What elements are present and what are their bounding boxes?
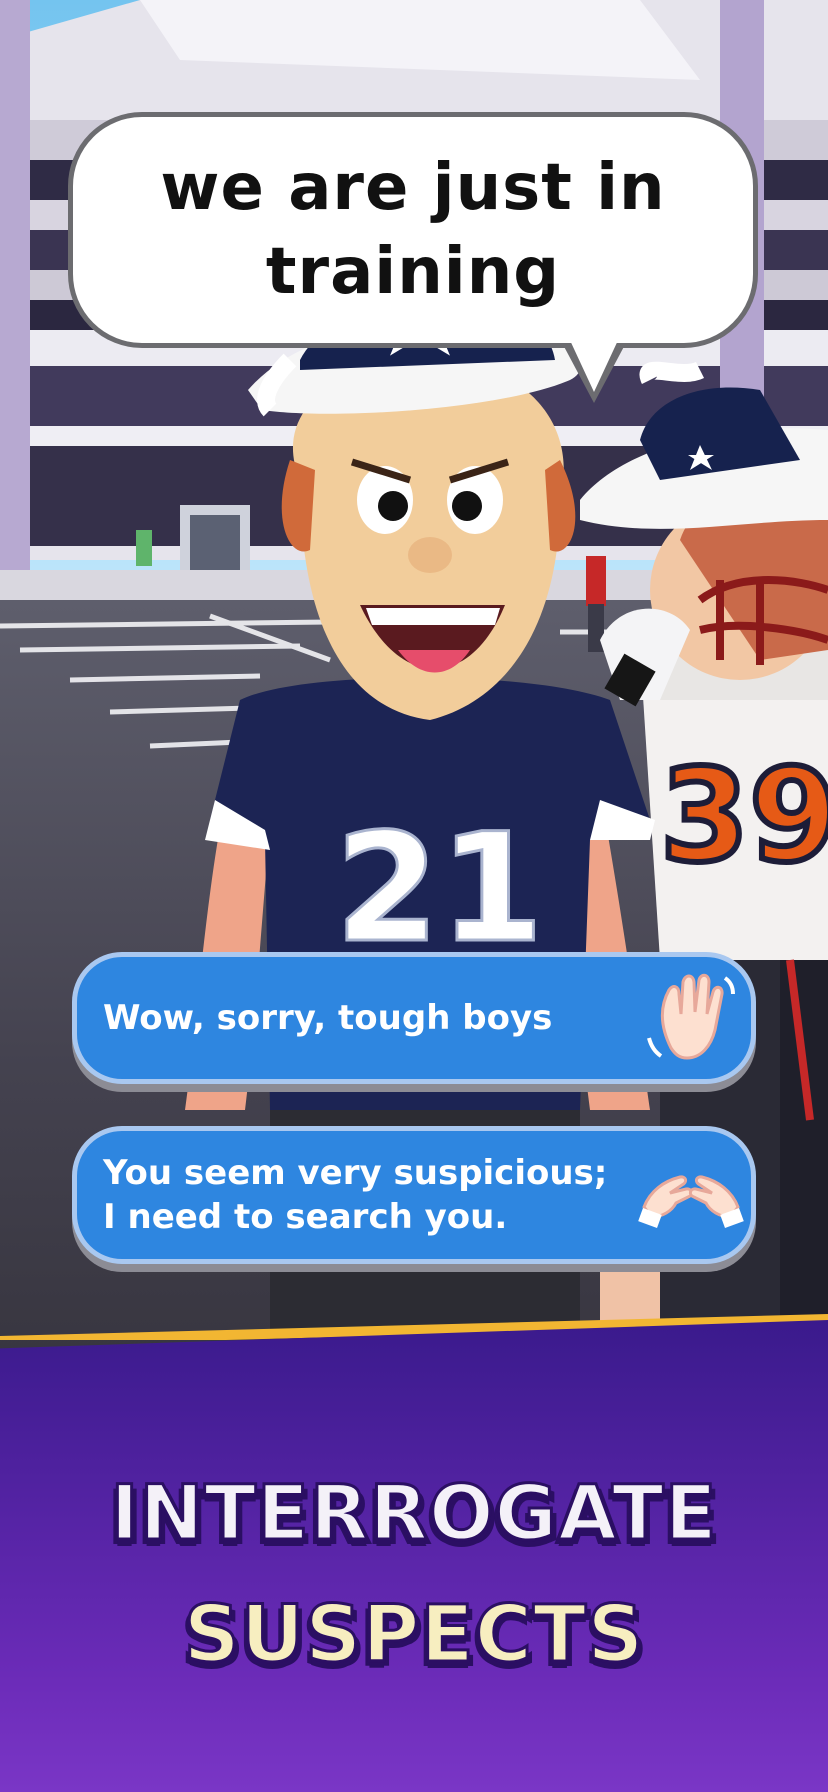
game-screen: 39 21 we are just in training Wow, sorry… <box>0 0 828 1792</box>
speech-text: we are just in training <box>160 151 666 309</box>
banner-title-line2: SUSPECTS <box>182 1589 645 1682</box>
hands-frame-icon <box>631 1131 751 1259</box>
mascot-jersey-number: 21 <box>335 802 544 976</box>
speech-bubble: we are just in training <box>68 112 758 348</box>
player-jersey-number: 39 <box>660 742 828 891</box>
reply-option-search[interactable]: You seem very suspicious; I need to sear… <box>72 1126 756 1264</box>
speech-bubble-tail <box>568 336 620 392</box>
reply-option-label: You seem very suspicious; I need to sear… <box>103 1153 608 1237</box>
reply-option-label: Wow, sorry, tough boys <box>103 998 553 1038</box>
reply-option-sorry[interactable]: Wow, sorry, tough boys <box>72 952 756 1084</box>
waving-hand-icon <box>631 957 751 1079</box>
banner-title-line1: INTERROGATE <box>109 1467 718 1559</box>
